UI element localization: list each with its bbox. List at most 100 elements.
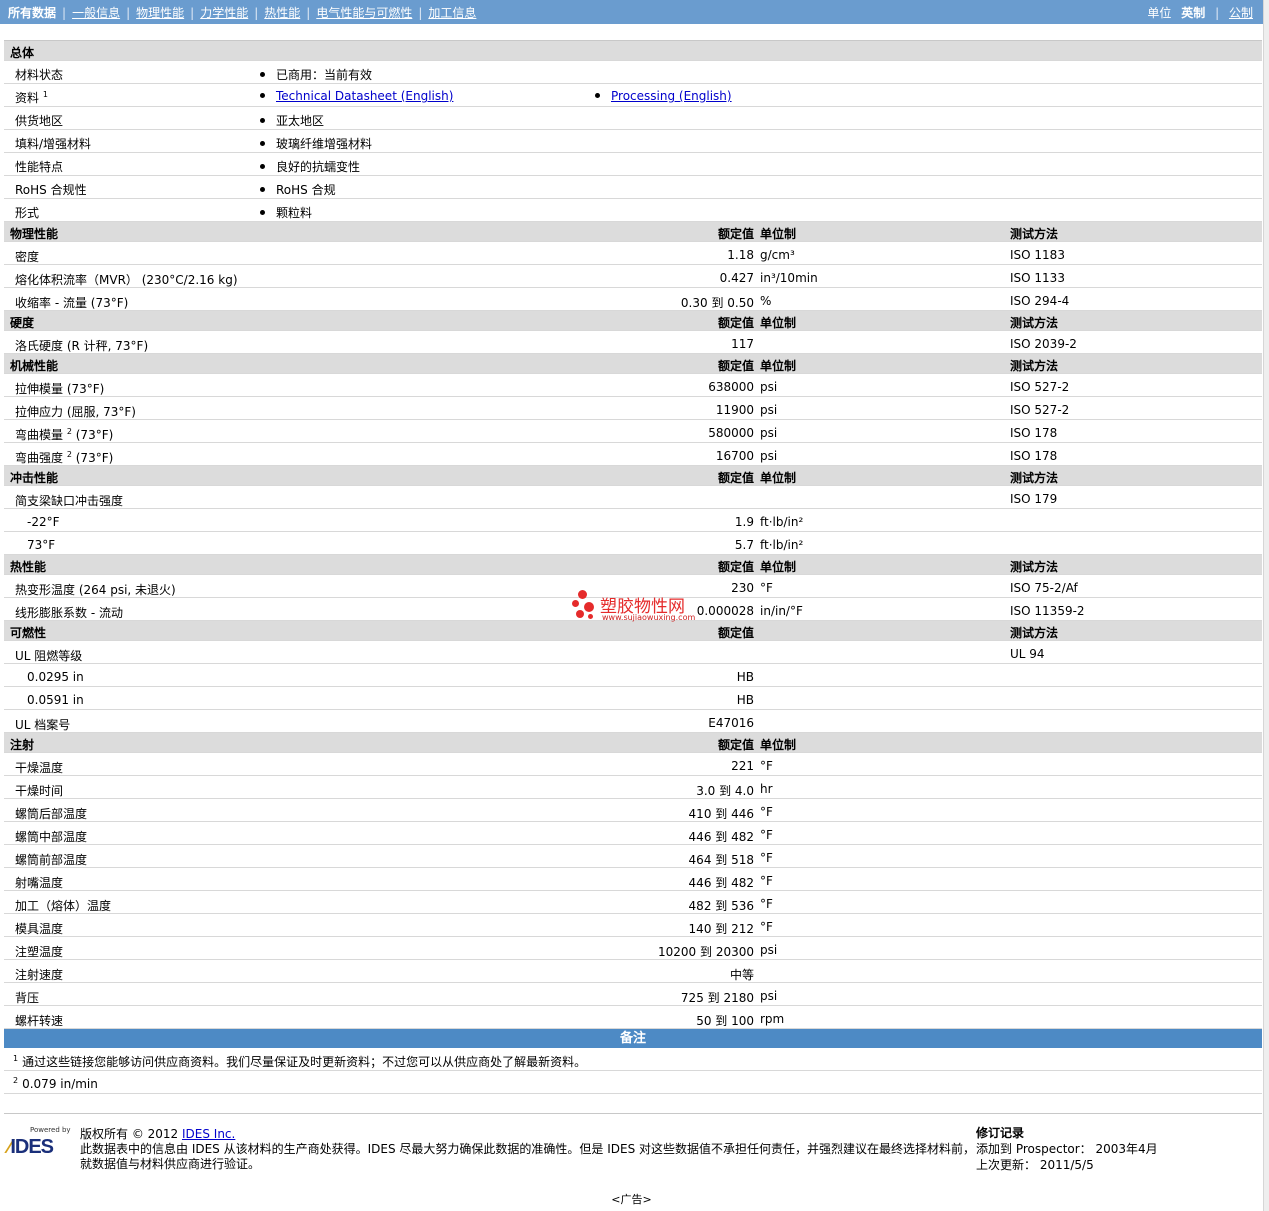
property-row: 收缩率 - 流量 (73°F) 0.30 到 0.50% ISO 294-4 [4, 288, 1262, 311]
section-title: 可燃性 [10, 626, 47, 640]
property-label-suffix: (73°F) [71, 428, 114, 442]
bullet-icon [260, 187, 265, 192]
property-unit: psi [760, 426, 778, 440]
general-label: 性能特点 [15, 158, 63, 175]
note-text: 1 通过这些链接您能够访问供应商资料。我们尽量保证及时更新资料；不过您可以从供应商… [13, 1053, 586, 1070]
nav-separator: | [190, 6, 195, 20]
unit-english-option[interactable]: 英制 [1181, 6, 1205, 20]
property-row: 螺筒后部温度 410 到 446 °F [4, 799, 1262, 822]
watermark-dot [588, 614, 593, 619]
ides-logo-text: IDES [10, 1136, 54, 1158]
bullet-icon [260, 118, 265, 123]
property-row: 螺杆转速 50 到 100 rpm [4, 1006, 1262, 1029]
general-row: 资料 1 Technical Datasheet (English) Process… [4, 84, 1262, 107]
property-unit: °F [760, 805, 773, 819]
property-label: UL 阻燃等级 [15, 647, 82, 664]
general-value: 亚太地区 [260, 112, 324, 129]
nav-tab[interactable]: 一般信息 [72, 6, 120, 20]
ides-inc-link[interactable]: IDES Inc. [182, 1127, 235, 1141]
property-label-text: 密度 [15, 250, 40, 264]
general-label: 资料 1 [15, 89, 48, 106]
datasheet-link[interactable]: Technical Datasheet (English) [276, 89, 453, 103]
column-header-unit: 单位制 [760, 560, 797, 574]
watermark-url: www.sujiaowuxing.com [602, 613, 696, 622]
property-label: 拉伸模量 (73°F) [15, 380, 104, 397]
property-label-text: 熔化体积流率（MVR） (230°C/2.16 kg) [15, 273, 238, 287]
section-header: 机械性能 额定值 单位制 测试方法 [4, 354, 1262, 374]
vertical-scrollbar[interactable] [1263, 0, 1269, 1211]
general-value: Processing (English) [595, 89, 732, 103]
property-label-text: 螺筒中部温度 [15, 830, 88, 844]
property-value: 11900 [715, 403, 754, 417]
nav-separator: | [1215, 6, 1220, 20]
watermark-dot [584, 602, 594, 612]
nav-tab[interactable]: 物理性能 [136, 6, 184, 20]
unit-metric-link[interactable]: 公制 [1229, 6, 1253, 20]
property-label: 收缩率 - 流量 (73°F) [15, 294, 128, 311]
nav-tab[interactable]: 加工信息 [428, 6, 476, 20]
property-label-text: 注射速度 [15, 968, 64, 982]
note-number: 1 [13, 1054, 19, 1063]
revision-updated: 上次更新： 2011/5/5 [976, 1158, 1094, 1172]
column-header-rated: 额定值 [717, 560, 754, 574]
processing-link[interactable]: Processing (English) [611, 89, 732, 103]
property-row: 密度 1.18 g/cm³ ISO 1183 [4, 242, 1262, 265]
general-value-text: 亚太地区 [276, 114, 325, 128]
bullet-icon [260, 210, 265, 215]
property-label: 螺杆转速 [15, 1012, 63, 1029]
column-header-test: 测试方法 [1010, 560, 1059, 574]
property-row: UL 档案号 E47016 [4, 710, 1262, 733]
test-method: UL 94 [1010, 647, 1045, 661]
general-label-text: 性能特点 [15, 160, 64, 174]
property-row: 螺筒前部温度 464 到 518 °F [4, 845, 1262, 868]
bullet-icon [260, 141, 265, 146]
column-header-unit: 单位制 [760, 359, 797, 373]
property-label: 干燥温度 [15, 759, 63, 776]
nav-tab[interactable]: 力学性能 [200, 6, 248, 20]
property-label: 模具温度 [15, 920, 63, 937]
section-title: 热性能 [10, 560, 47, 574]
property-label-text: 螺杆转速 [15, 1014, 64, 1028]
column-header-test: 测试方法 [1010, 359, 1059, 373]
general-row: 性能特点 良好的抗蠕变性 [4, 153, 1262, 176]
property-label-text: 拉伸模量 (73°F) [15, 382, 105, 396]
property-label-text: 0.0295 in [27, 670, 84, 684]
note-row: 2 0.079 in/min [4, 1071, 1262, 1094]
property-label: 背压 [15, 989, 39, 1006]
bullet-icon [595, 93, 600, 98]
property-label: 螺筒前部温度 [15, 851, 87, 868]
property-row: 注塑温度 10200 到 20300 psi [4, 937, 1262, 960]
property-row: 0.0295 in HB [4, 664, 1262, 687]
property-label-text: 收缩率 - 流量 (73°F) [15, 296, 129, 310]
nav-tab[interactable]: 电气性能与可燃性 [316, 6, 412, 20]
property-unit: °F [760, 581, 773, 595]
property-row: 拉伸模量 (73°F) 638000 psi ISO 527-2 [4, 374, 1262, 397]
property-value: HB [736, 693, 754, 707]
property-row: 背压 725 到 2180 psi [4, 983, 1262, 1006]
section-header: 物理性能 额定值 单位制 测试方法 [4, 222, 1262, 242]
general-label-text: 填料/增强材料 [15, 137, 92, 151]
revision-added: 添加到 Prospector： 2003年4月 [976, 1142, 1158, 1156]
general-label: RoHS 合规性 [15, 181, 87, 198]
footnote-ref: 1 [42, 90, 48, 99]
property-row: 射嘴温度 446 到 482 °F [4, 868, 1262, 891]
property-label: 线形膨胀系数 - 流动 [15, 604, 123, 621]
general-row: 材料状态 已商用：当前有效 [4, 61, 1262, 84]
nav-separator: | [418, 6, 423, 20]
property-label-text: 洛氏硬度 (R 计秤, 73°F) [15, 339, 149, 353]
property-value: HB [736, 670, 754, 684]
property-unit: °F [760, 920, 773, 934]
nav-tab[interactable]: 所有数据 [8, 6, 56, 20]
nav-tab[interactable]: 热性能 [264, 6, 300, 20]
general-label: 材料状态 [15, 66, 63, 83]
general-label: 形式 [15, 204, 39, 221]
copyright-text: 版权所有 © 2012 [80, 1127, 182, 1141]
property-value: E47016 [708, 716, 754, 730]
section-title: 总体 [10, 46, 35, 60]
property-label: 0.0591 in [27, 693, 84, 707]
test-method: ISO 179 [1010, 492, 1058, 506]
ides-logo[interactable]: Powered by ⁄IDES [8, 1126, 74, 1166]
column-header-unit: 单位制 [760, 227, 797, 241]
column-header-rated: 额定值 [717, 626, 754, 640]
property-label-text: 弯曲模量 [15, 428, 64, 442]
